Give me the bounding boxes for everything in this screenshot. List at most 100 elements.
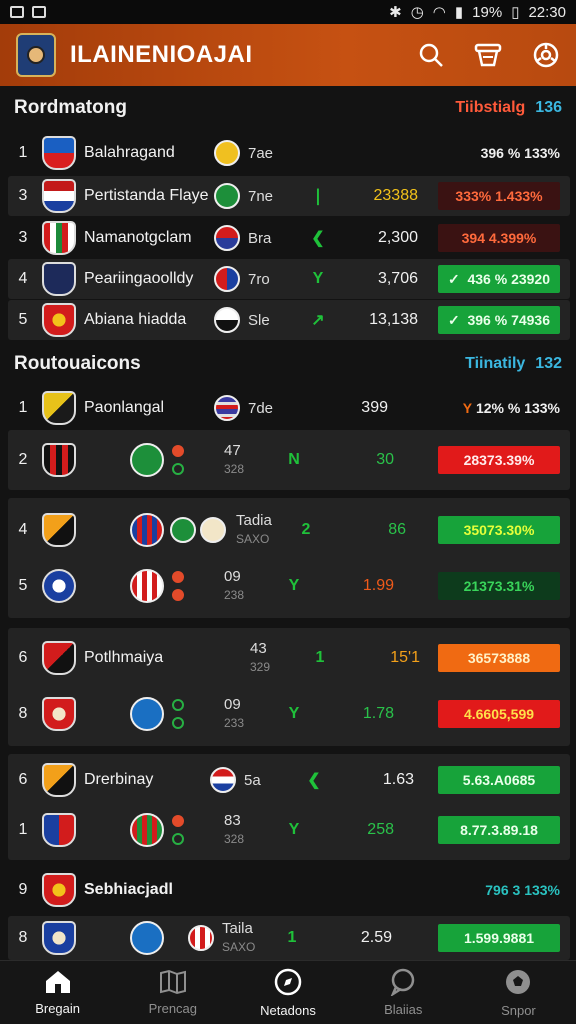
nav-item-home[interactable]: Bregain — [0, 961, 115, 1024]
change-pill: 28373.39% — [438, 446, 560, 474]
team-name: Namanotgclam — [84, 229, 192, 246]
opponent-badge-icon — [210, 767, 236, 793]
change-pill-text: 396 % 74936 — [467, 312, 551, 328]
table-row[interactable]: 4 Tadia SAXO 2 86 35073.30% — [8, 510, 570, 550]
table-row[interactable]: 5 Abiana hiadda Sle ↗ 13,138 ✓ 396 % 749… — [8, 300, 570, 340]
team-crest-icon — [42, 391, 76, 425]
table-row[interactable]: 1 Balahragand 7ae 396 % 133% — [8, 133, 570, 173]
section-right-value: 136 — [535, 99, 562, 116]
table-row[interactable]: 6 Potlhmaiya 43 329 1 15'1 36573888 — [8, 638, 570, 678]
rank: 3 — [18, 187, 28, 204]
change-pill: 21373.31% — [438, 572, 560, 600]
section-results-header: Routouaicons Tiinatily 132 — [0, 344, 576, 384]
filter-icon[interactable] — [474, 42, 502, 68]
opponent-badge-icon — [214, 266, 240, 292]
change-pill: 394 4.399% — [438, 224, 560, 252]
table-row[interactable]: 6 Drerbinay 5a ❮ 1.63 5.63.A0685 — [8, 760, 570, 800]
rank: 9 — [18, 881, 28, 898]
score: Bra — [248, 229, 272, 247]
opponent-badge-icon — [130, 813, 164, 847]
compass-icon — [274, 968, 302, 996]
table-row[interactable]: 4 Peariingaoolldy 7ro Y 3,706 ✓ 436 % 23… — [8, 259, 570, 299]
opponent-badge-icon — [200, 517, 226, 543]
app-title: ILAINENIOAJAI — [70, 41, 253, 68]
nav-label: Netadons — [260, 1003, 316, 1018]
team-crest-icon — [42, 179, 76, 213]
opponent-badge-icon — [130, 443, 164, 477]
trend-label: 1 — [315, 649, 325, 666]
nav-label: Bregain — [35, 1001, 80, 1016]
team-crest-icon — [42, 641, 76, 675]
opponent-badge-icon — [214, 183, 240, 209]
status-bar: ✱ ◷ ◠ ▮ 19% ▯ 22:30 — [0, 0, 576, 24]
percent-text: 12% % 133% — [475, 400, 560, 416]
team-crest-icon — [42, 303, 76, 337]
score: 5a — [244, 771, 261, 789]
rank: 1 — [18, 399, 28, 416]
stat-value: 30 — [376, 451, 394, 468]
table-row[interactable]: 1 Paonlangal 7de 399 Y 12% % 133% — [8, 388, 570, 428]
opponent-badge-icon — [214, 140, 240, 166]
stat-value: 1.63 — [382, 771, 414, 788]
team-name: Paonlangal — [84, 399, 165, 416]
stat-value: 23388 — [373, 187, 419, 204]
rank: 8 — [18, 705, 28, 722]
team-crest-icon — [42, 697, 76, 731]
team-crest-icon — [42, 569, 76, 603]
team-crest-icon — [42, 873, 76, 907]
team-name: Potlhmaiya — [84, 649, 164, 666]
opponent-badge-icon — [214, 307, 240, 333]
trend-icon: ↗ — [311, 312, 325, 329]
chat-icon — [390, 968, 415, 996]
table-row[interactable]: 8 Taila SAXO 1 2.59 1.599.9881 — [8, 918, 570, 958]
table-row[interactable]: 2 47 328 N 30 28373.39% — [8, 440, 570, 480]
notification-icon — [10, 6, 24, 18]
nav-label: Prencag — [148, 1001, 198, 1016]
table-row[interactable]: 3 Pertistanda Flaye 7ne ❘ 23388 333% 1.4… — [8, 176, 570, 216]
section-header-row[interactable]: 9 Sebhiacjadl 796 3 133% — [8, 870, 570, 910]
app-logo[interactable] — [16, 33, 56, 77]
score: 83 328 — [224, 812, 274, 848]
table-row[interactable]: 3 Namanotgclam Bra ❮ 2,300 394 4.399% — [8, 218, 570, 258]
trend-label: Y — [288, 705, 300, 722]
rank: 8 — [18, 929, 28, 946]
score-sub: 328 — [224, 462, 245, 476]
table-row[interactable]: 1 83 328 Y 258 8.77.3.89.18 — [8, 810, 570, 850]
bluetooth-icon: ✱ — [389, 4, 402, 21]
stat-value: 258 — [367, 821, 394, 838]
section-right-label[interactable]: Tiibstialg — [455, 99, 525, 117]
score-main: 43 — [250, 640, 267, 657]
stat-value: 15'1 — [390, 649, 420, 666]
score-main: Tadia — [236, 512, 272, 529]
score: Sle — [248, 311, 270, 329]
team-crest-icon — [42, 763, 76, 797]
clock: 22:30 — [528, 3, 566, 21]
nav-item-compass[interactable]: Netadons — [230, 961, 345, 1024]
team-name: Balahragand — [84, 144, 175, 161]
opponent-badge-icon — [130, 513, 164, 547]
nav-item-chat[interactable]: Blaiias — [346, 961, 461, 1024]
trend-label: Y — [288, 821, 300, 838]
stat-value: 399 — [361, 399, 388, 416]
opponent-badge-icon — [130, 921, 164, 955]
team-crest-icon — [42, 136, 76, 170]
opponent-badge-icon — [130, 569, 164, 603]
score-sub: 329 — [250, 660, 271, 674]
section-right-label[interactable]: Tiinatily — [465, 355, 525, 373]
score-sub: 233 — [224, 716, 245, 730]
table-row[interactable]: 5 09 238 Y 1.99 21373.31% — [8, 566, 570, 606]
score: 7ne — [248, 187, 274, 205]
section-title: Routouaicons — [14, 353, 141, 374]
team-name: Peariingaoolldy — [84, 270, 194, 287]
table-row[interactable]: 8 09 233 Y 1.78 4.6605,599 — [8, 694, 570, 734]
nav-item-map[interactable]: Prencag — [115, 961, 230, 1024]
wifi-icon: ◠ — [432, 4, 446, 21]
search-icon[interactable] — [418, 42, 444, 68]
form-indicator — [172, 571, 184, 601]
stat-value: 2.59 — [360, 929, 392, 946]
settings-icon[interactable] — [532, 41, 560, 69]
stat-value: 1.78 — [362, 705, 394, 722]
nav-item-sport[interactable]: Snpor — [461, 961, 576, 1024]
section-title: Rordmatong — [14, 97, 127, 118]
signal-icon: ▮ — [454, 4, 464, 21]
